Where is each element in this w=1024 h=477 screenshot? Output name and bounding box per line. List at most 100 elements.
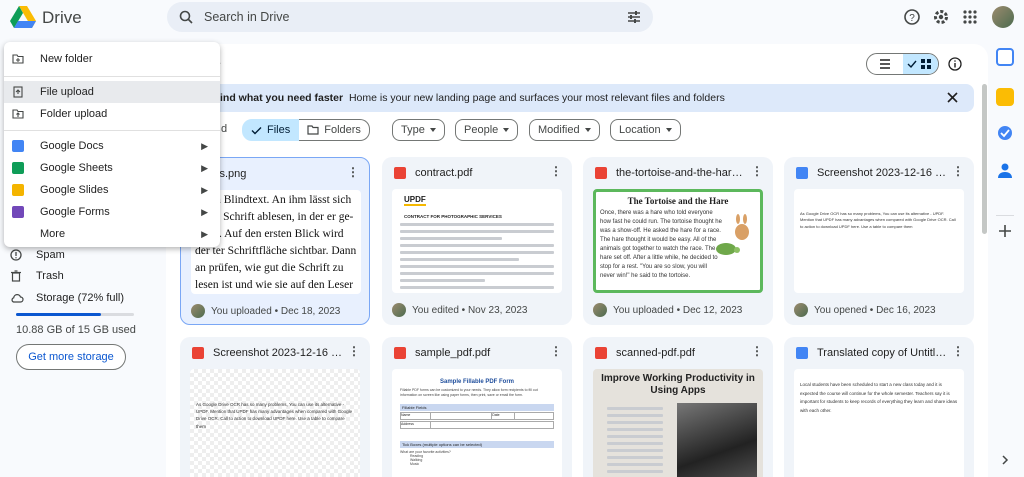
sidebar-item-trash[interactable]: Trash — [10, 270, 64, 282]
grid-view-button[interactable] — [902, 54, 938, 74]
tasks-icon[interactable] — [996, 124, 1014, 142]
modified-filter-label: Modified — [538, 124, 580, 136]
chevron-down-icon — [584, 128, 591, 132]
type-filter-label: Type — [401, 124, 425, 136]
menu-item-label: Google Docs — [40, 140, 104, 152]
file-name[interactable]: the-tortoise-and-the-hare-st... — [616, 167, 746, 179]
more-options-icon[interactable]: ⋮ — [751, 165, 763, 177]
search-input[interactable]: Search in Drive — [204, 10, 289, 24]
more-options-icon[interactable]: ⋮ — [952, 345, 964, 357]
search-bar[interactable]: Search in Drive — [167, 2, 653, 32]
view-toggle[interactable] — [866, 53, 939, 75]
chevron-right-icon[interactable] — [1001, 455, 1009, 465]
story-title: The Tortoise and the Hare — [627, 196, 729, 206]
folders-filter-chip[interactable]: Folders — [299, 119, 370, 141]
form-option: Music — [410, 461, 420, 466]
submenu-arrow-icon: ▶ — [201, 162, 208, 173]
contract-heading: CONTRACT FOR PHOTOGRAPHIC SERVICES — [404, 214, 502, 219]
menu-item-google-forms[interactable]: Google Forms ▶ — [4, 201, 220, 223]
spam-icon — [10, 249, 22, 261]
people-filter-label: People — [464, 124, 499, 136]
files-filter-chip[interactable]: Files — [242, 119, 300, 141]
info-icon[interactable] — [948, 57, 962, 71]
more-options-icon[interactable]: ⋮ — [550, 165, 562, 177]
settings-icon[interactable] — [932, 8, 950, 26]
new-item-menu: New folder File upload Folder upload Goo… — [4, 42, 220, 247]
file-card[interactable]: Screenshot 2023-12-16 023156... ⋮ As Goo… — [180, 337, 370, 477]
more-spacer-icon — [12, 228, 24, 240]
new-folder-icon — [12, 54, 24, 64]
brand-name[interactable]: Drive — [42, 8, 82, 28]
file-card[interactable]: Screenshot 2023-12-16 023156 ⋮ As Google… — [784, 157, 974, 325]
file-card[interactable]: Translated copy of Untitled do... ⋮ Loca… — [784, 337, 974, 477]
files-folders-toggle[interactable]: Files Folders — [242, 119, 370, 141]
file-name[interactable]: contract.pdf — [415, 167, 545, 179]
more-options-icon[interactable]: ⋮ — [751, 345, 763, 357]
file-thumbnail: As Google Drive OCR has so many problems… — [190, 369, 360, 477]
menu-item-google-sheets[interactable]: Google Sheets ▶ — [4, 157, 220, 179]
menu-item-google-slides[interactable]: Google Slides ▶ — [4, 179, 220, 201]
hare-illustration — [735, 214, 749, 240]
svg-text:?: ? — [909, 13, 915, 24]
file-name[interactable]: sample_pdf.pdf — [415, 347, 545, 359]
search-icon[interactable] — [179, 10, 193, 24]
form-tickbox-header: Tick Boxes (multiple options can be sele… — [400, 440, 554, 448]
file-name[interactable]: Screenshot 2023-12-16 023156 — [817, 167, 947, 179]
location-filter-label: Location — [619, 124, 661, 136]
scrollbar[interactable] — [982, 84, 987, 234]
keep-icon[interactable] — [996, 88, 1014, 106]
more-options-icon[interactable]: ⋮ — [550, 345, 562, 357]
more-options-icon[interactable]: ⋮ — [347, 166, 359, 178]
apps-grid-icon[interactable] — [961, 8, 979, 26]
folders-filter-label: Folders — [324, 124, 361, 136]
file-thumbnail: UPDF CONTRACT FOR PHOTOGRAPHIC SERVICES — [392, 189, 562, 293]
menu-item-new-folder[interactable]: New folder — [4, 48, 220, 70]
menu-item-label: New folder — [40, 53, 93, 65]
close-icon[interactable] — [947, 92, 958, 103]
list-icon — [879, 59, 890, 69]
menu-item-label: Folder upload — [40, 108, 108, 120]
info-banner: ind what you need faster Home is your ne… — [180, 84, 974, 112]
doc-file-icon — [796, 347, 808, 359]
account-avatar[interactable] — [992, 6, 1014, 28]
file-upload-icon — [13, 86, 23, 98]
file-name[interactable]: Screenshot 2023-12-16 023156... — [213, 347, 343, 359]
list-view-button[interactable] — [867, 54, 903, 74]
pdf-file-icon — [595, 347, 607, 359]
file-name[interactable]: scanned-pdf.pdf — [616, 347, 746, 359]
people-filter-dropdown[interactable]: People — [455, 119, 519, 141]
get-more-storage-button[interactable]: Get more storage — [16, 344, 126, 370]
calendar-icon[interactable] — [996, 48, 1014, 66]
file-card[interactable]: contract.pdf ⋮ UPDF CONTRACT FOR PHOTOGR… — [382, 157, 572, 325]
sidebar-item-spam[interactable]: Spam — [10, 249, 65, 261]
contacts-icon[interactable] — [996, 161, 1014, 179]
chevron-down-icon — [503, 128, 510, 132]
file-card[interactable]: scanned-pdf.pdf ⋮ Improve Working Produc… — [583, 337, 773, 477]
google-docs-icon — [12, 140, 24, 152]
form-name-label: Name — [401, 412, 432, 419]
file-card[interactable]: the-tortoise-and-the-hare-st... ⋮ The To… — [583, 157, 773, 325]
menu-item-google-docs[interactable]: Google Docs ▶ — [4, 135, 220, 157]
type-filter-dropdown[interactable]: Type — [392, 119, 445, 141]
storage-bar — [16, 313, 134, 316]
menu-item-more[interactable]: More ▶ — [4, 223, 220, 245]
modified-filter-dropdown[interactable]: Modified — [529, 119, 600, 141]
location-filter-dropdown[interactable]: Location — [610, 119, 681, 141]
sidebar-item-storage[interactable]: Storage (72% full) — [10, 292, 124, 304]
scanned-title: Improve Working Productivity in Using Ap… — [601, 373, 755, 396]
menu-item-folder-upload[interactable]: Folder upload — [4, 103, 220, 125]
drive-logo[interactable] — [10, 5, 36, 29]
thumbnail-text: Local students have been scheduled to st… — [800, 382, 958, 413]
file-card[interactable]: sample_pdf.pdf ⋮ Sample Fillable PDF For… — [382, 337, 572, 477]
file-name[interactable]: ss.png — [214, 168, 344, 180]
sidebar-label-spam: Spam — [36, 249, 65, 261]
add-icon[interactable] — [996, 222, 1014, 240]
menu-item-file-upload[interactable]: File upload — [4, 81, 220, 103]
file-thumbnail: Sample Fillable PDF Form Fillable PDF fo… — [392, 369, 562, 477]
more-options-icon[interactable]: ⋮ — [348, 345, 360, 357]
more-options-icon[interactable]: ⋮ — [952, 165, 964, 177]
file-name[interactable]: Translated copy of Untitled do... — [817, 347, 947, 359]
search-options-icon[interactable] — [627, 10, 641, 24]
help-icon[interactable]: ? — [903, 8, 921, 26]
tortoise-illustration — [716, 243, 740, 255]
